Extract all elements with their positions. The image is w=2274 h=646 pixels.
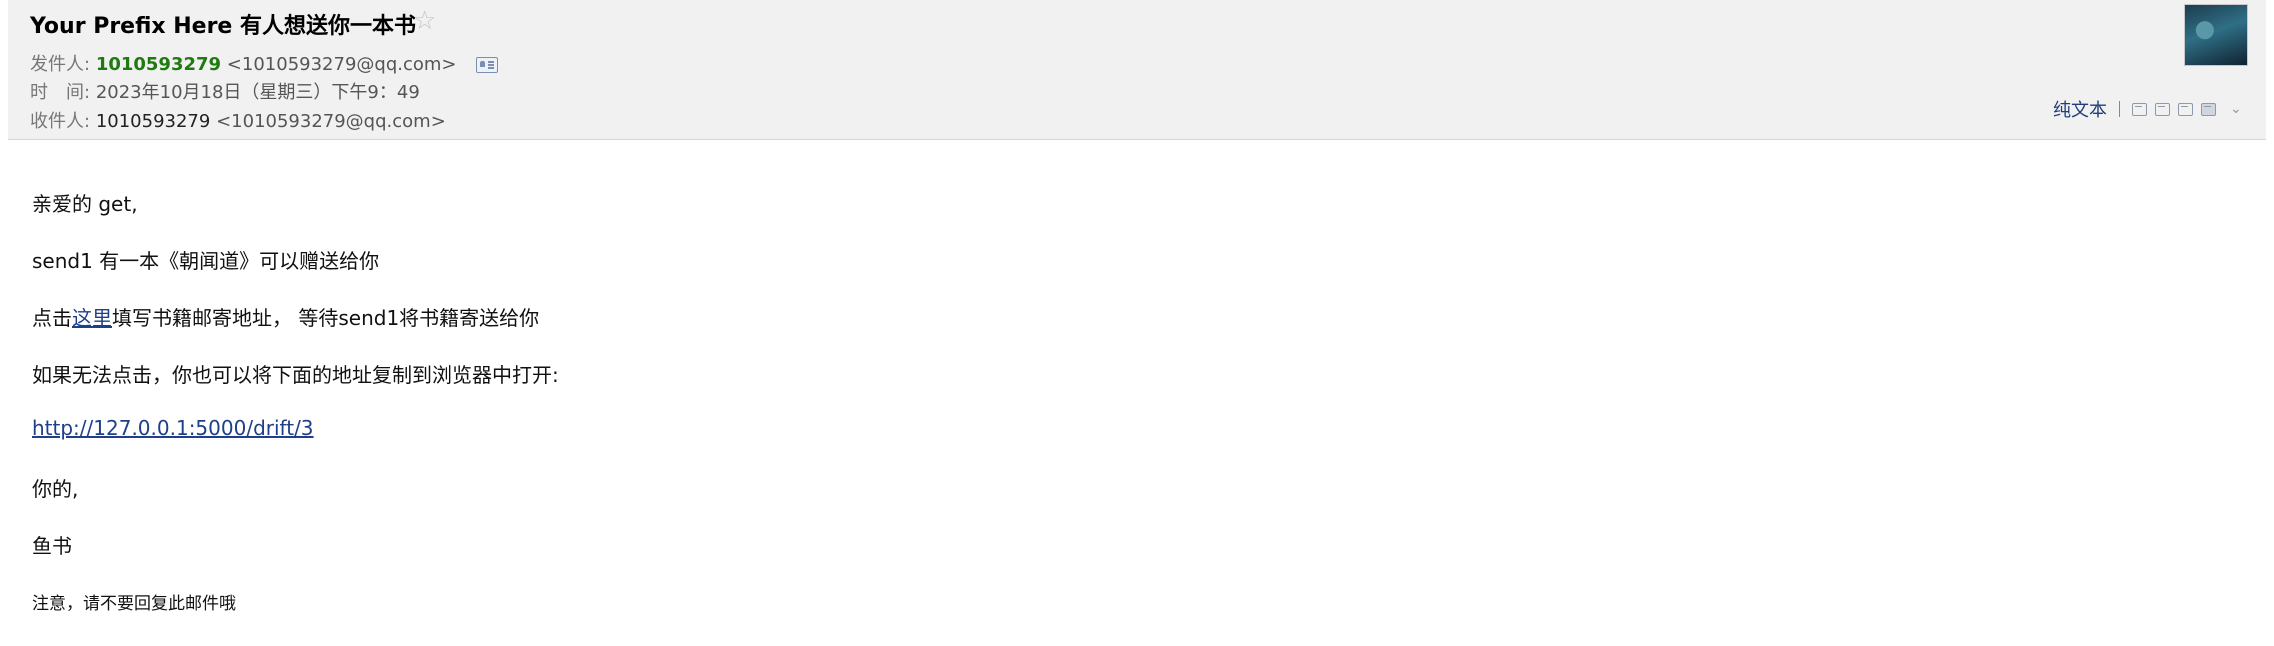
contact-card-icon[interactable] (476, 57, 499, 73)
closing: 你的, (32, 477, 79, 501)
sender-name[interactable]: 1010593279 (96, 54, 221, 75)
time-row: 时 间: 2023年10月18日（星期三）下午9：49 (30, 78, 420, 104)
plain-text-link[interactable]: 纯文本 (2053, 96, 2107, 122)
new-window-icon[interactable] (2132, 102, 2147, 116)
toolbar-divider (2119, 101, 2120, 117)
instruction-suffix: 填写书籍邮寄地址， 等待send1将书籍寄送给你 (112, 306, 540, 330)
from-row: 发件人: 1010593279 <1010593279@qq.com> (30, 50, 499, 76)
open-window-icon[interactable] (2155, 102, 2170, 116)
drift-url-link[interactable]: http://127.0.0.1:5000/drift/3 (32, 416, 314, 440)
sender-avatar (2184, 4, 2248, 66)
recipient-name[interactable]: 1010593279 (96, 111, 211, 132)
signature: 鱼书 (32, 534, 72, 558)
from-label: 发件人: (30, 54, 91, 75)
email-subject: Your Prefix Here 有人想送你一本书 (30, 14, 417, 39)
download-icon[interactable] (2178, 102, 2193, 116)
here-link[interactable]: 这里 (72, 306, 112, 330)
to-label: 收件人: (30, 111, 91, 132)
email-header: Your Prefix Here 有人想送你一本书 ☆ 发件人: 1010593… (8, 0, 2266, 140)
instruction-prefix: 点击 (32, 306, 72, 330)
sender-address[interactable]: <1010593279@qq.com> (227, 54, 457, 75)
book-offer-line: send1 有一本《朝闻道》可以赠送给你 (32, 249, 380, 273)
to-row: 收件人: 1010593279 <1010593279@qq.com> (30, 107, 446, 133)
time-value: 2023年10月18日（星期三）下午9：49 (95, 82, 420, 103)
no-reply-note: 注意，请不要回复此邮件哦 (32, 594, 236, 614)
greeting: 亲爱的 get, (32, 192, 138, 216)
star-icon[interactable]: ☆ (413, 6, 436, 36)
recipient-address[interactable]: <1010593279@qq.com> (216, 111, 446, 132)
print-icon[interactable] (2201, 102, 2216, 116)
email-toolbar: 纯文本 ⌄ (2053, 96, 2242, 122)
time-label: 时 间: (30, 82, 91, 103)
drift-url: http://127.0.0.1:5000/drift/3 (32, 416, 314, 440)
chevron-down-icon[interactable]: ⌄ (2230, 101, 2242, 117)
instruction-line: 点击这里填写书籍邮寄地址， 等待send1将书籍寄送给你 (32, 302, 539, 331)
fallback-line: 如果无法点击，你也可以将下面的地址复制到浏览器中打开: (32, 363, 559, 387)
